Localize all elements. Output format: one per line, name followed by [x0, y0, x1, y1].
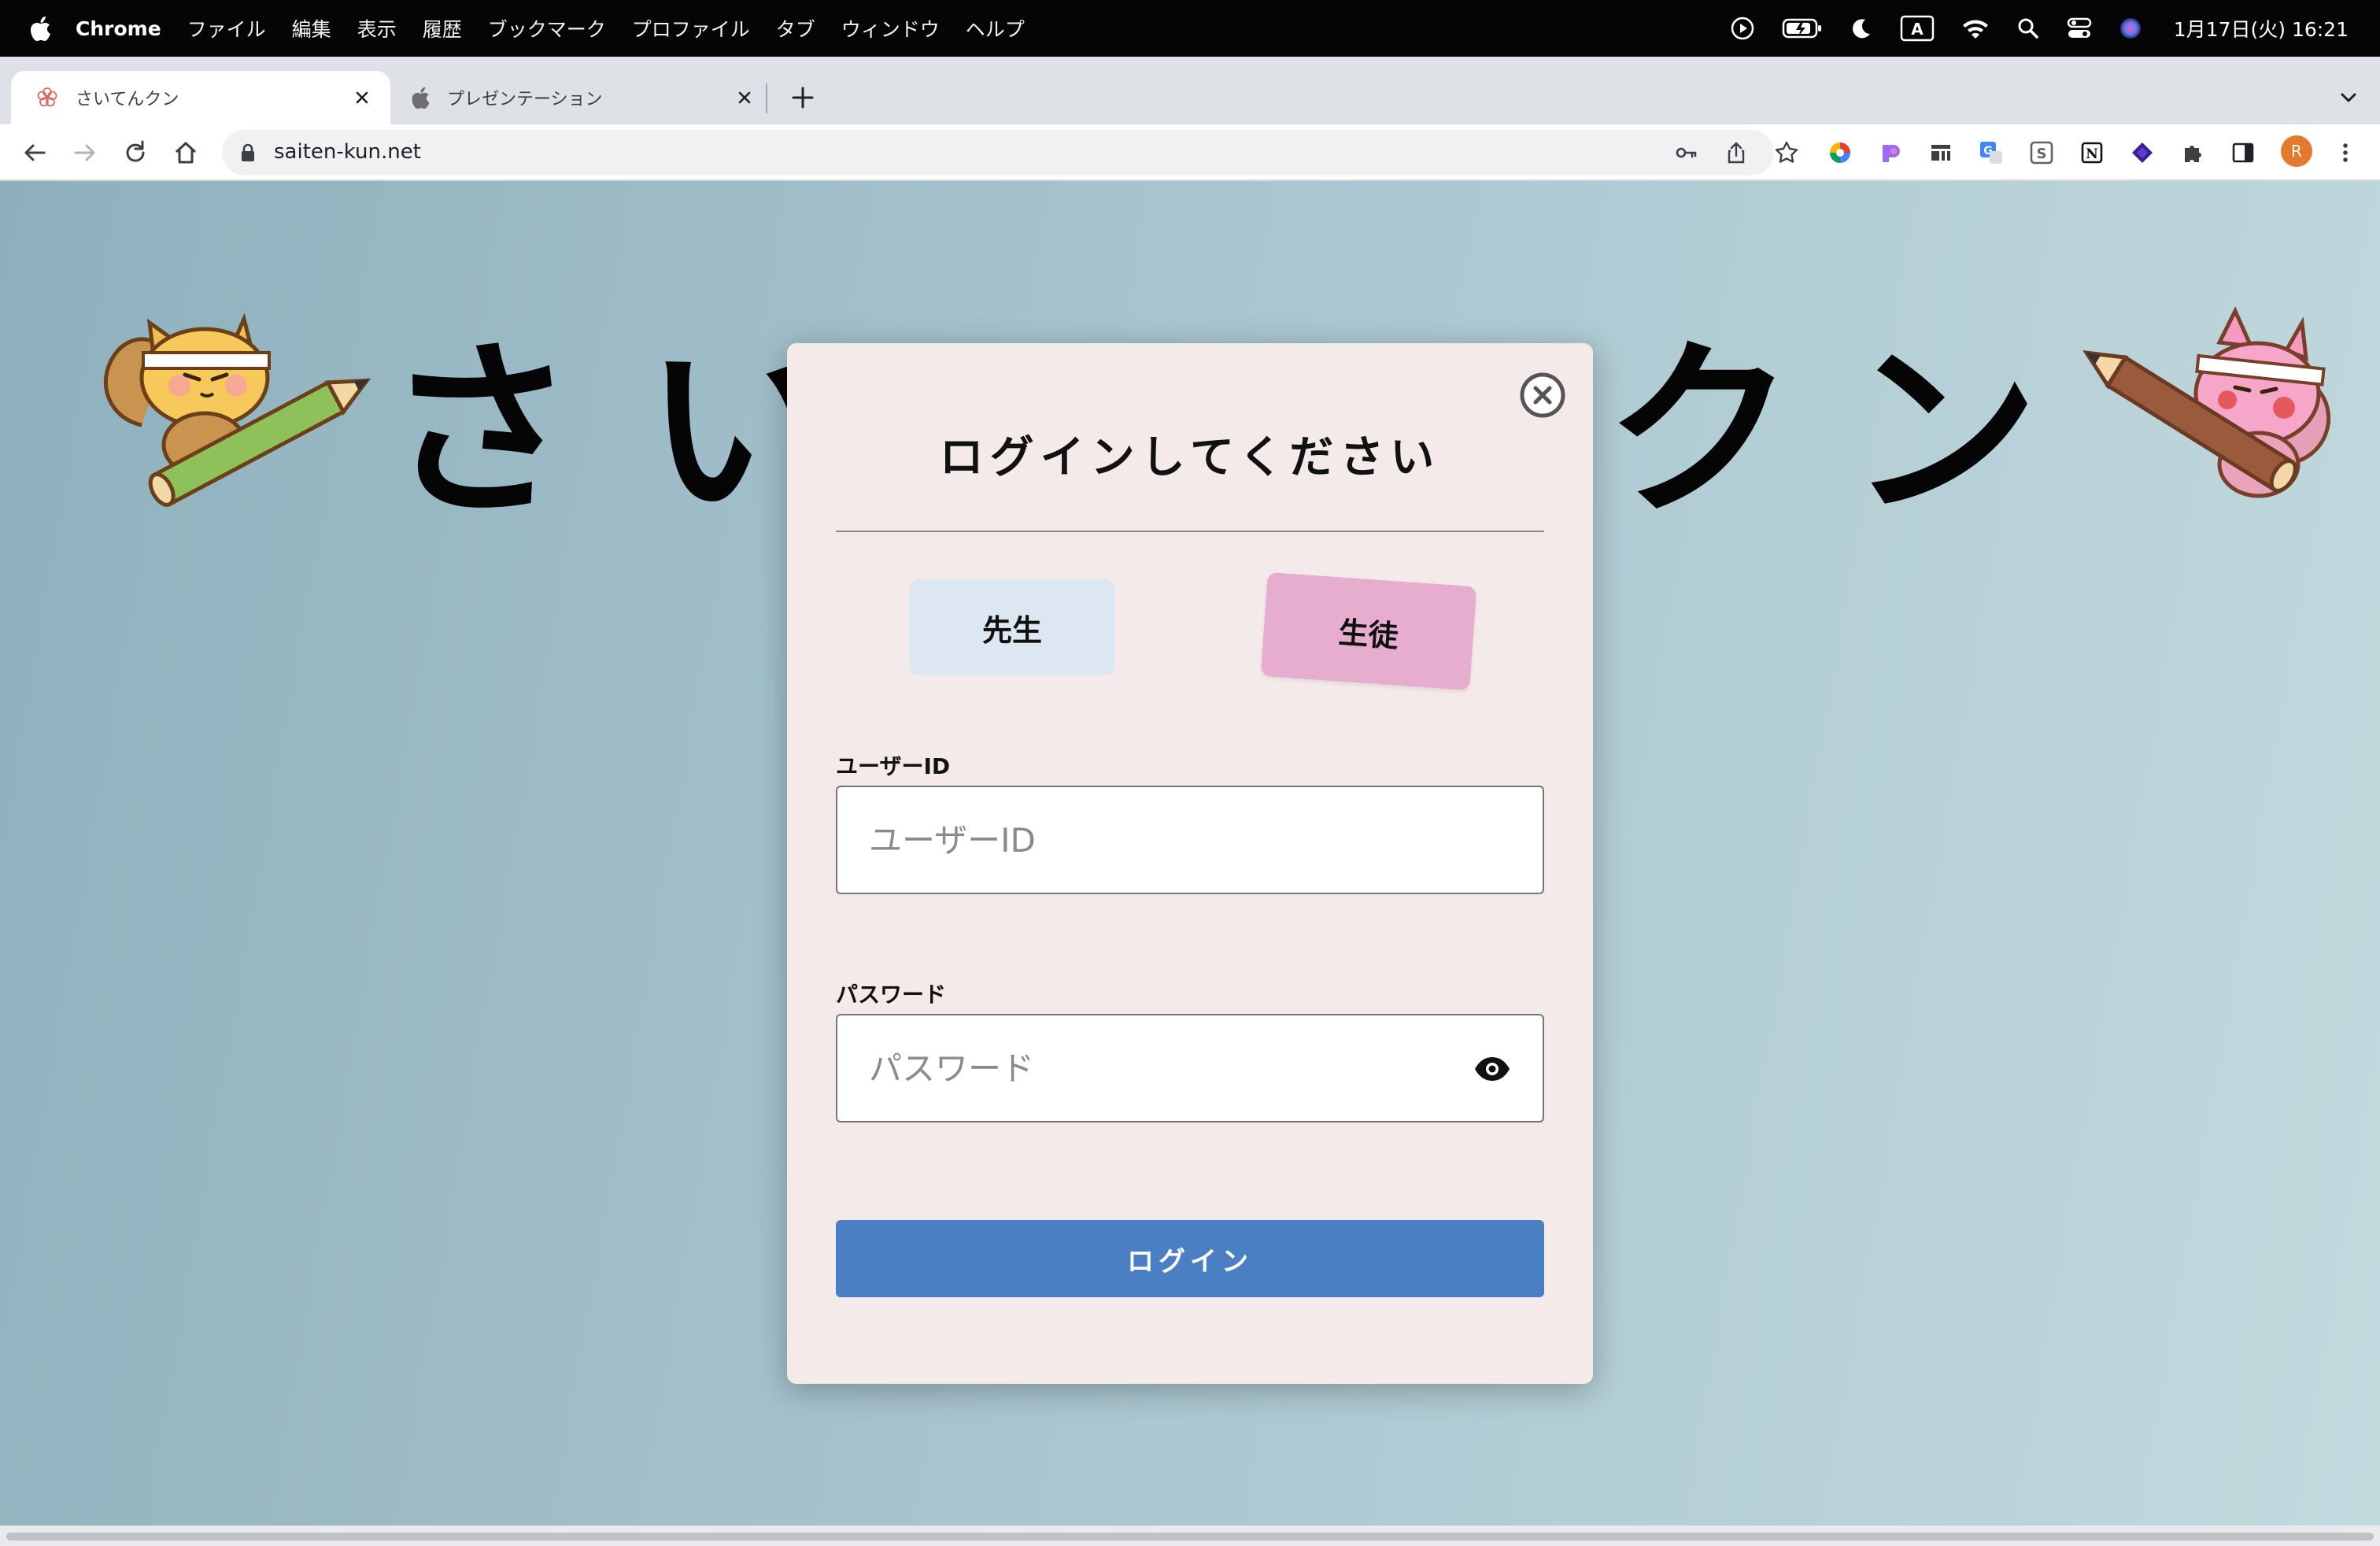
svg-text:A: A: [1911, 20, 1924, 39]
tab-presentation[interactable]: プレゼンテーション: [392, 71, 762, 124]
bookmark-star-icon[interactable]: [1774, 140, 1799, 165]
kebab-menu-icon[interactable]: [2333, 140, 2358, 165]
userid-input[interactable]: [869, 787, 1467, 893]
url-text[interactable]: saiten-kun.net: [274, 140, 421, 164]
layers-extension-icon[interactable]: [2130, 140, 2155, 165]
banner-char: ン: [1850, 321, 2070, 542]
flower-favicon-icon: [37, 87, 57, 107]
puzzle-extensions-icon[interactable]: [2180, 140, 2205, 165]
grid-extension-icon[interactable]: [1928, 140, 1953, 165]
macos-menu-bar: Chrome ファイル 編集 表示 履歴 ブックマーク プロファイル タブ ウィ…: [0, 0, 2380, 57]
password-input[interactable]: [869, 1015, 1467, 1121]
password-label: パスワード: [836, 982, 947, 1008]
tab-search-chevron-icon[interactable]: [2336, 85, 2361, 110]
new-tab-plus-icon[interactable]: [787, 82, 819, 113]
squirrel-mascot-right-image: [2082, 307, 2331, 498]
menu-window[interactable]: ウィンドウ: [841, 14, 940, 43]
svg-text:N: N: [2086, 146, 2098, 162]
menubar-clock[interactable]: 1月17日(火) 16:21: [2174, 14, 2349, 43]
home-icon[interactable]: [170, 137, 201, 168]
eye-icon[interactable]: [1473, 1055, 1511, 1083]
menu-profiles[interactable]: プロファイル: [632, 14, 750, 43]
menu-help[interactable]: ヘルプ: [966, 14, 1025, 43]
play-circle-icon[interactable]: [1730, 16, 1755, 41]
svg-text:S: S: [2037, 146, 2047, 162]
userid-label: ユーザーID: [836, 753, 951, 779]
control-center-icon[interactable]: [2067, 17, 2092, 40]
menu-view[interactable]: 表示: [357, 14, 397, 43]
profile-avatar[interactable]: R: [2281, 135, 2312, 167]
page-viewport: さ い ク ン ログインしてください 先生 生徒 ユーザーID ユーザーID パ…: [0, 181, 2380, 1546]
siri-icon[interactable]: [2119, 17, 2142, 40]
reload-icon[interactable]: [120, 137, 151, 168]
share-icon[interactable]: [1724, 140, 1749, 165]
apple-favicon-icon: [412, 87, 430, 109]
banner-char: さ: [386, 321, 606, 542]
status-area: A 1月17日(火) 16:21: [1730, 0, 2349, 57]
horizontal-scrollbar[interactable]: [0, 1526, 2380, 1546]
translate-extension-icon[interactable]: G: [1979, 140, 2004, 165]
browser-tab-strip: さいてんクン プレゼンテーション: [0, 57, 2380, 124]
tab-label: さいてんクン: [76, 90, 179, 109]
teacher-role-button[interactable]: 先生: [910, 579, 1114, 675]
password-field[interactable]: [836, 1014, 1544, 1123]
tab-close-icon[interactable]: [732, 85, 757, 110]
browser-toolbar: saiten-kun.net G S N: [0, 124, 2380, 181]
moon-icon[interactable]: [1850, 17, 1873, 40]
login-button[interactable]: ログイン: [836, 1220, 1544, 1297]
back-arrow-icon[interactable]: [19, 137, 50, 168]
close-circle-icon[interactable]: [1519, 372, 1566, 419]
menu-app-name[interactable]: Chrome: [76, 17, 161, 40]
login-modal: ログインしてください 先生 生徒 ユーザーID パスワード ログイン: [787, 343, 1593, 1384]
menu-tab[interactable]: タブ: [776, 14, 815, 43]
side-panel-icon[interactable]: [2230, 140, 2256, 165]
spotlight-search-icon[interactable]: [2016, 17, 2040, 40]
battery-icon[interactable]: [1782, 17, 1823, 39]
scrollbar-thumb[interactable]: [6, 1533, 2374, 1540]
address-bar[interactable]: saiten-kun.net: [222, 130, 1798, 176]
wifi-icon[interactable]: [1961, 17, 1990, 39]
menu-bookmarks[interactable]: ブックマーク: [488, 14, 606, 43]
forward-arrow-icon[interactable]: [69, 137, 101, 168]
squirrel-mascot-left-image: [104, 313, 371, 507]
modal-title: ログインしてください: [939, 432, 1441, 483]
userid-field[interactable]: [836, 786, 1544, 894]
s-extension-icon[interactable]: S: [2029, 140, 2054, 165]
lock-icon[interactable]: [239, 142, 257, 163]
apple-logo-icon[interactable]: [30, 15, 52, 42]
menu-history[interactable]: 履歴: [423, 14, 462, 43]
menu-edit[interactable]: 編集: [292, 14, 331, 43]
notion-extension-icon[interactable]: N: [2079, 140, 2105, 165]
banner-char: ク: [1606, 321, 1826, 542]
student-role-button[interactable]: 生徒: [1260, 571, 1477, 691]
color-wheel-extension-icon[interactable]: [1828, 140, 1853, 165]
tab-saiten-kun[interactable]: さいてんクン: [11, 71, 390, 124]
input-method-icon[interactable]: A: [1900, 15, 1935, 42]
purple-extension-icon[interactable]: [1878, 140, 1903, 165]
key-icon[interactable]: [1673, 140, 1698, 165]
tab-label: プレゼンテーション: [447, 90, 603, 109]
tab-close-icon[interactable]: [349, 85, 375, 110]
menu-file[interactable]: ファイル: [187, 14, 266, 43]
tab-separator: [766, 83, 767, 113]
modal-divider: [836, 531, 1544, 532]
